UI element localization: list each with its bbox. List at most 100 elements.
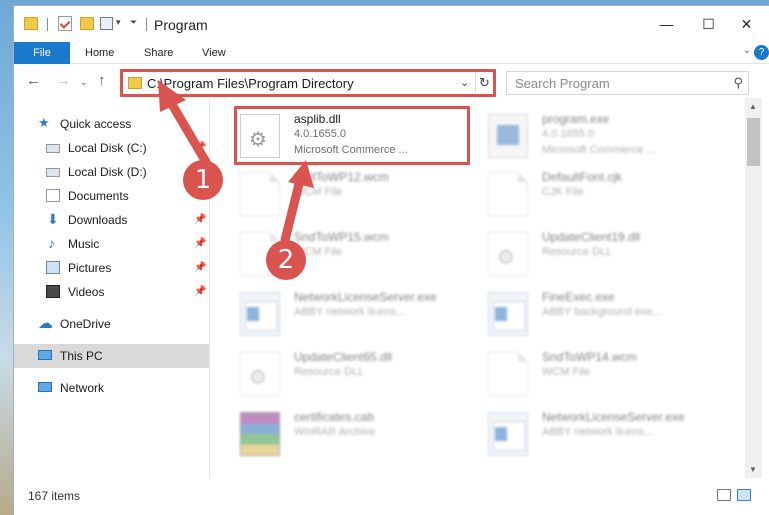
address-row: ← → ⌄ ↑ C:\Program Files\Program Directo… <box>14 64 769 98</box>
sidebar-item-label: Local Disk (D:) <box>68 165 147 179</box>
tab-view[interactable]: View <box>202 42 226 64</box>
download-arrow-icon: ⬇ <box>47 211 59 227</box>
sidebar-item-local-disk-d[interactable]: Local Disk (D:) <box>14 160 209 184</box>
pin-icon[interactable]: 📌 <box>194 286 206 297</box>
window-title: Program <box>154 17 208 33</box>
sidebar-item-local-disk-c[interactable]: Local Disk (C:) 📌 <box>14 136 209 160</box>
file-type: Resource DLL <box>542 246 613 258</box>
file-item[interactable]: ⚙ UpdateClient65.dll Resource DLL <box>236 346 476 402</box>
scroll-up-icon[interactable]: ▲ <box>749 102 757 111</box>
sidebar-item-onedrive[interactable]: ☁ OneDrive <box>14 312 209 336</box>
folder-icon <box>24 17 38 30</box>
chevron-down-icon[interactable]: ▾ <box>116 17 121 28</box>
file-item[interactable]: NetworkLicenseServer.exe ABBY network li… <box>236 286 476 342</box>
toolbar-separator <box>146 18 147 31</box>
drive-icon <box>46 168 60 177</box>
sidebar-item-quick-access[interactable]: ★ Quick access <box>14 112 209 136</box>
sidebar-item-label: OneDrive <box>60 317 111 331</box>
file-type: WCM File <box>294 186 343 198</box>
file-item[interactable]: ⚙ UpdateClient19.dll Resource DLL <box>484 226 724 282</box>
sidebar-item-network[interactable]: Network <box>14 376 209 400</box>
sidebar-item-label: Music <box>68 237 100 251</box>
music-note-icon: ♪ <box>48 235 55 251</box>
sidebar-item-label: Downloads <box>68 213 128 227</box>
file-item[interactable]: DefaultFont.cjk CJK File <box>484 166 724 222</box>
file-highlight <box>234 106 470 165</box>
vertical-scrollbar[interactable]: ▲ ▼ <box>745 98 762 478</box>
pin-icon[interactable]: 📌 <box>194 142 206 153</box>
pane-divider[interactable] <box>209 98 210 478</box>
tab-home[interactable]: Home <box>85 42 114 64</box>
search-icon[interactable]: ⚲ <box>733 75 743 91</box>
step-1-badge: 1 <box>183 160 223 200</box>
help-icon[interactable]: ? <box>754 45 769 60</box>
sidebar-item-label: Network <box>60 381 105 395</box>
ribbon-tabs: File Home Share View ⌄ ? <box>14 42 769 64</box>
file-description: Microsoft Commerce ... <box>542 144 656 156</box>
expand-ribbon-icon[interactable]: ⌄ <box>743 45 751 56</box>
sidebar-item-label: Videos <box>68 285 105 299</box>
tab-file[interactable]: File <box>14 42 70 64</box>
dll-gear-icon: ⚙ <box>240 352 280 396</box>
monitor-icon <box>38 350 52 360</box>
toolbar-separator <box>47 18 48 31</box>
file-type: CJK File <box>542 186 584 198</box>
file-name: SndToWP14.wcm <box>542 350 637 364</box>
file-type: ABBY network licens... <box>294 306 406 318</box>
properties-check-icon[interactable] <box>58 16 72 31</box>
dll-gear-icon: ⚙ <box>488 232 528 276</box>
file-item-program-exe[interactable]: program.exe 4.0.1655.0 Microsoft Commerc… <box>484 108 724 164</box>
large-icons-view-icon[interactable] <box>737 489 751 501</box>
file-name: NetworkLicenseServer.exe <box>542 410 685 424</box>
sidebar-item-label: Local Disk (C:) <box>68 141 147 155</box>
new-folder-icon[interactable] <box>80 17 94 30</box>
sidebar-item-documents[interactable]: Documents <box>14 184 209 208</box>
sidebar-item-downloads[interactable]: ⬇ Downloads 📌 <box>14 208 209 232</box>
file-name: SndToWP12.wcm <box>294 170 389 184</box>
document-icon <box>240 172 280 216</box>
tab-share[interactable]: Share <box>144 42 173 64</box>
details-view-icon[interactable] <box>717 489 731 501</box>
sidebar-item-label: Documents <box>68 189 129 203</box>
star-icon: ★ <box>38 115 50 130</box>
film-icon <box>46 285 60 298</box>
explorer-window: ▾ ⏷ Program — ☐ ✕ File Home Share View ⌄… <box>14 6 769 515</box>
scroll-down-icon[interactable]: ▼ <box>749 465 757 474</box>
close-button[interactable]: ✕ <box>724 6 769 42</box>
file-item[interactable]: SndToWP12.wcm WCM File <box>236 166 476 222</box>
pin-icon[interactable]: 📌 <box>194 214 206 225</box>
sidebar-item-this-pc[interactable]: This PC <box>14 344 209 368</box>
file-item[interactable]: certificates.cab WinRAR Archive <box>236 406 476 462</box>
file-type: ABBY network licens... <box>542 426 654 438</box>
forward-arrow-icon[interactable]: → <box>56 72 71 89</box>
application-icon <box>488 412 528 456</box>
back-arrow-icon[interactable]: ← <box>26 72 41 89</box>
file-name: certificates.cab <box>294 410 375 424</box>
file-name: UpdateClient19.dll <box>542 230 641 244</box>
file-type: WinRAR Archive <box>294 426 376 438</box>
document-icon <box>488 352 528 396</box>
documents-icon <box>46 189 60 202</box>
scrollbar-thumb[interactable] <box>747 118 760 166</box>
file-name: NetworkLicenseServer.exe <box>294 290 437 304</box>
pictures-icon <box>46 261 60 274</box>
sidebar-item-pictures[interactable]: Pictures 📌 <box>14 256 209 280</box>
file-name: FineExec.exe <box>542 290 615 304</box>
search-input[interactable] <box>515 73 725 93</box>
recent-locations-chevron-icon[interactable]: ⌄ <box>80 77 88 88</box>
pin-icon[interactable]: 📌 <box>194 262 206 273</box>
minimize-button[interactable]: — <box>644 6 689 42</box>
quick-access-toolbar-dropdown-icon[interactable]: ⏷ <box>130 17 137 28</box>
pin-icon[interactable]: 📌 <box>194 238 206 249</box>
file-item[interactable]: FineExec.exe ABBY background exe... <box>484 286 724 342</box>
file-item[interactable]: SndToWP14.wcm WCM File <box>484 346 724 402</box>
sidebar-item-videos[interactable]: Videos 📌 <box>14 280 209 304</box>
customize-icon[interactable] <box>100 17 113 30</box>
search-box[interactable]: ⚲ <box>506 71 749 95</box>
file-name: DefaultFont.cjk <box>542 170 623 184</box>
up-arrow-icon[interactable]: ↑ <box>98 72 106 89</box>
sidebar-item-label: This PC <box>60 349 103 363</box>
file-name: SndToWP15.wcm <box>294 230 389 244</box>
sidebar-item-music[interactable]: ♪ Music 📌 <box>14 232 209 256</box>
file-item[interactable]: NetworkLicenseServer.exe ABBY network li… <box>484 406 724 462</box>
